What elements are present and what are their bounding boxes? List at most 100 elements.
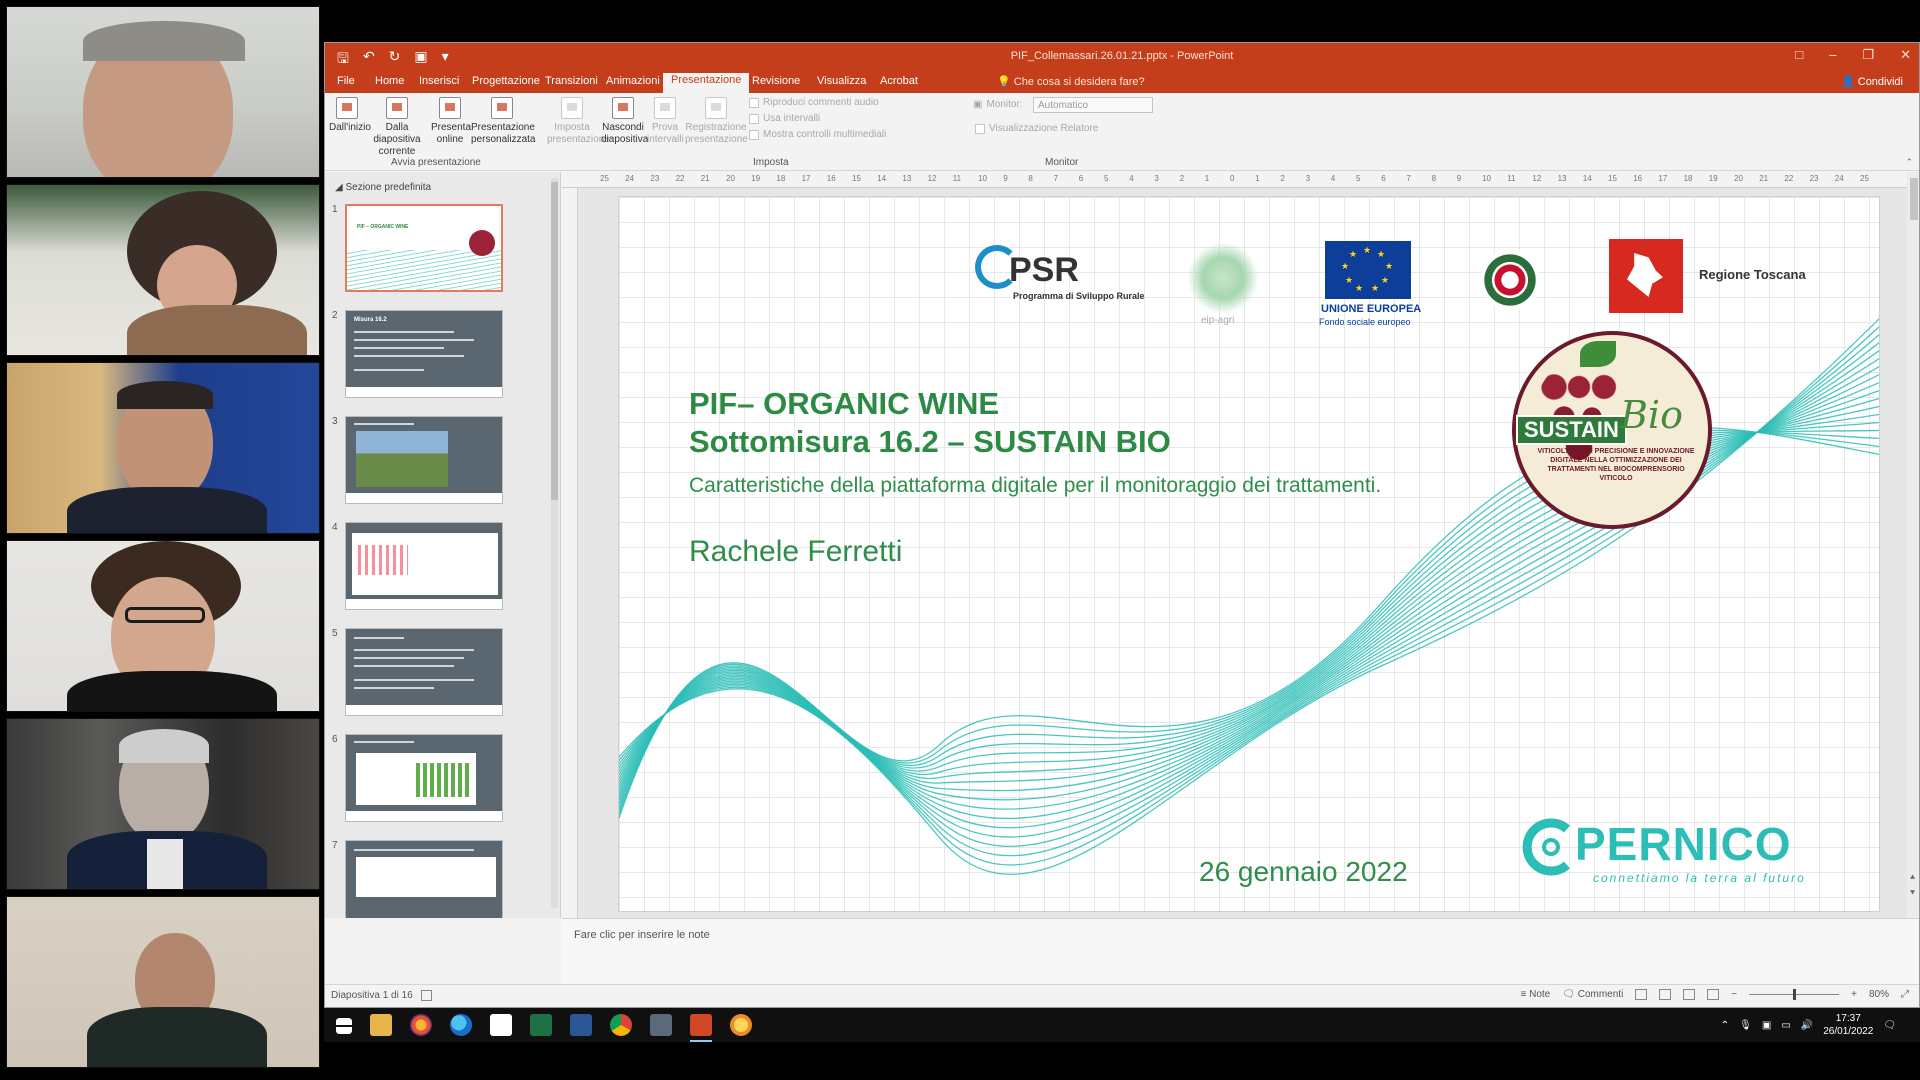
ruler-tick-label: 15 bbox=[1608, 174, 1617, 183]
slide-scrollbar[interactable]: ⯅ ⯆ bbox=[1907, 172, 1919, 918]
thumbnail-slide-4[interactable] bbox=[345, 522, 503, 610]
tab-animazioni[interactable]: Animazioni bbox=[598, 74, 668, 88]
firefox-icon[interactable] bbox=[410, 1014, 432, 1036]
video-tile-4[interactable] bbox=[6, 540, 320, 712]
microphone-icon[interactable]: 🎙 bbox=[1739, 1020, 1752, 1031]
maximize-icon[interactable]: ❐ bbox=[1862, 47, 1874, 63]
record-show-button[interactable]: Registrazione presentazione bbox=[685, 97, 748, 146]
section-header[interactable]: ◢ Sezione predefinita bbox=[335, 182, 431, 193]
show-media-controls-checkbox[interactable]: Mostra controlli multimediali bbox=[749, 129, 886, 140]
powerpoint-icon[interactable] bbox=[690, 1014, 712, 1042]
zoom-level[interactable]: 80% bbox=[1869, 989, 1889, 1000]
tab-progettazione[interactable]: Progettazione bbox=[464, 74, 548, 88]
spellcheck-icon[interactable] bbox=[421, 990, 432, 1001]
thumbnails-scrollbar[interactable] bbox=[551, 178, 558, 908]
tab-visualizza[interactable]: Visualizza bbox=[809, 74, 874, 88]
tell-me-search[interactable]: 💡 Che cosa si desidera fare? bbox=[997, 75, 1145, 88]
tab-inserisci[interactable]: Inserisci bbox=[411, 74, 467, 88]
notes-pane[interactable]: Fare clic per inserire le note bbox=[562, 918, 1919, 984]
thumbnail-slide-1[interactable]: PIF – ORGANIC WINE bbox=[345, 204, 503, 292]
custom-show-button[interactable]: Presentazione personalizzata bbox=[471, 97, 535, 146]
normal-view-icon[interactable] bbox=[1635, 989, 1648, 1000]
ruler-tick-label: 20 bbox=[726, 174, 735, 183]
tab-acrobat[interactable]: Acrobat bbox=[872, 74, 926, 88]
word-icon[interactable] bbox=[570, 1014, 592, 1036]
thumbnail-slide-5[interactable] bbox=[345, 628, 503, 716]
status-right: ≡ Note 🗨 Commenti − + 80% ⤢ bbox=[1520, 989, 1909, 1000]
slideshow-view-icon[interactable] bbox=[1707, 989, 1720, 1000]
from-current-button[interactable]: Dalla diapositiva corrente bbox=[367, 97, 427, 158]
thumbnail-slide-7[interactable] bbox=[345, 840, 503, 918]
video-tile-6[interactable] bbox=[6, 896, 320, 1068]
tab-presentazione[interactable]: Presentazione bbox=[663, 73, 750, 93]
ruler-tick-label: 16 bbox=[1633, 174, 1643, 183]
use-timings-checkbox[interactable]: Usa intervalli bbox=[749, 113, 820, 124]
thumb-text-line bbox=[354, 347, 444, 349]
previous-slide-icon[interactable]: ⯅ bbox=[1909, 872, 1916, 883]
video-tile-1[interactable] bbox=[6, 6, 320, 178]
video-tile-3[interactable] bbox=[6, 362, 320, 534]
video-tile-5[interactable] bbox=[6, 718, 320, 890]
screen-bottom-bar bbox=[324, 1042, 1920, 1080]
scrollbar-thumb[interactable] bbox=[551, 182, 558, 500]
present-online-button[interactable]: Presenta online bbox=[431, 97, 471, 146]
thumbnail-slide-3[interactable] bbox=[345, 416, 503, 504]
current-slide[interactable]: PSR Programma di Sviluppo Rurale eip-agr… bbox=[618, 196, 1880, 912]
tab-home[interactable]: Home bbox=[367, 74, 412, 88]
chevron-up-icon[interactable]: ⌃ bbox=[1721, 1020, 1729, 1031]
volume-icon[interactable]: 🔊 bbox=[1801, 1020, 1813, 1031]
windows-start-icon[interactable] bbox=[336, 1018, 352, 1034]
zoom-slider[interactable] bbox=[1749, 989, 1840, 1000]
minimize-icon[interactable]: – bbox=[1829, 47, 1836, 63]
taskbar-clock[interactable]: 17:37 26/01/2022 bbox=[1823, 1012, 1873, 1038]
zoom-out-icon[interactable]: − bbox=[1731, 989, 1737, 1000]
close-icon[interactable]: ✕ bbox=[1900, 47, 1911, 63]
rehearse-timings-button[interactable]: Prova intervalli bbox=[647, 97, 684, 146]
ribbon-display-icon[interactable]: □ bbox=[1795, 47, 1803, 63]
share-button[interactable]: 👤 Condividi bbox=[1841, 75, 1903, 88]
play-narrations-checkbox[interactable]: Riproduci commenti audio bbox=[749, 97, 879, 108]
chrome-icon[interactable] bbox=[610, 1014, 632, 1036]
notes-toggle[interactable]: ≡ Note bbox=[1520, 989, 1550, 1000]
notifications-icon[interactable]: 🗨 bbox=[1883, 1020, 1896, 1031]
thumb-number: 1 bbox=[332, 204, 338, 215]
display-icon[interactable]: ▭ bbox=[1781, 1020, 1790, 1031]
monitor-select[interactable]: Automatico bbox=[1033, 97, 1153, 113]
collapse-ribbon-icon[interactable]: ⌃ bbox=[1905, 157, 1913, 168]
slide-date[interactable]: 26 gennaio 2022 bbox=[1199, 856, 1408, 888]
thumbnail-slide-6[interactable] bbox=[345, 734, 503, 822]
fit-to-window-icon[interactable]: ⤢ bbox=[1901, 989, 1909, 1000]
thumb-footer bbox=[346, 599, 502, 609]
slide-subtitle[interactable]: Caratteristiche della piattaforma digita… bbox=[689, 474, 1381, 498]
setup-show-button[interactable]: Imposta presentazione bbox=[547, 97, 610, 146]
network-icon[interactable]: ▣ bbox=[1762, 1020, 1771, 1031]
edge-icon[interactable] bbox=[450, 1014, 472, 1036]
thumbnail-slide-2[interactable]: Misura 16.2 bbox=[345, 310, 503, 398]
tab-revisione[interactable]: Revisione bbox=[744, 74, 808, 88]
file-explorer-icon[interactable] bbox=[370, 1014, 392, 1036]
hide-slide-button[interactable]: Nascondi diapositiva bbox=[601, 97, 648, 146]
tab-transizioni[interactable]: Transizioni bbox=[537, 74, 606, 88]
video-tile-2[interactable] bbox=[6, 184, 320, 356]
presenter-view-checkbox[interactable]: Visualizzazione Relatore bbox=[975, 123, 1098, 134]
zoom-slider-handle[interactable] bbox=[1793, 989, 1797, 1000]
thumb-chart bbox=[358, 545, 408, 575]
checkbox-box bbox=[975, 123, 985, 134]
from-beginning-button[interactable]: Dall'inizio bbox=[329, 97, 371, 134]
slide-author[interactable]: Rachele Ferretti bbox=[689, 535, 902, 569]
ruler-tick-label: 1 bbox=[1204, 174, 1210, 183]
notepad-icon[interactable] bbox=[490, 1014, 512, 1036]
comments-toggle[interactable]: 🗨 Commenti bbox=[1562, 989, 1623, 1000]
scrollbar-thumb[interactable] bbox=[1910, 178, 1918, 220]
tab-file[interactable]: File bbox=[329, 74, 363, 88]
app-icon[interactable] bbox=[730, 1014, 752, 1036]
excel-icon[interactable] bbox=[530, 1014, 552, 1036]
slide-editing-area: 25 24 23 22 21 20 19 18 17 16 15 14 13 12 11 10 9 8 7 6 5 4 3 2… bbox=[562, 172, 1919, 918]
slide-title[interactable]: PIF– ORGANIC WINE Sottomisura 16.2 – SUS… bbox=[689, 385, 1171, 461]
reading-view-icon[interactable] bbox=[1683, 989, 1696, 1000]
zoom-in-icon[interactable]: + bbox=[1851, 989, 1857, 1000]
camera-icon[interactable] bbox=[650, 1014, 672, 1036]
next-slide-icon[interactable]: ⯆ bbox=[1909, 888, 1916, 899]
slide-sorter-icon[interactable] bbox=[1659, 989, 1672, 1000]
use-timings-label: Usa intervalli bbox=[763, 113, 821, 124]
